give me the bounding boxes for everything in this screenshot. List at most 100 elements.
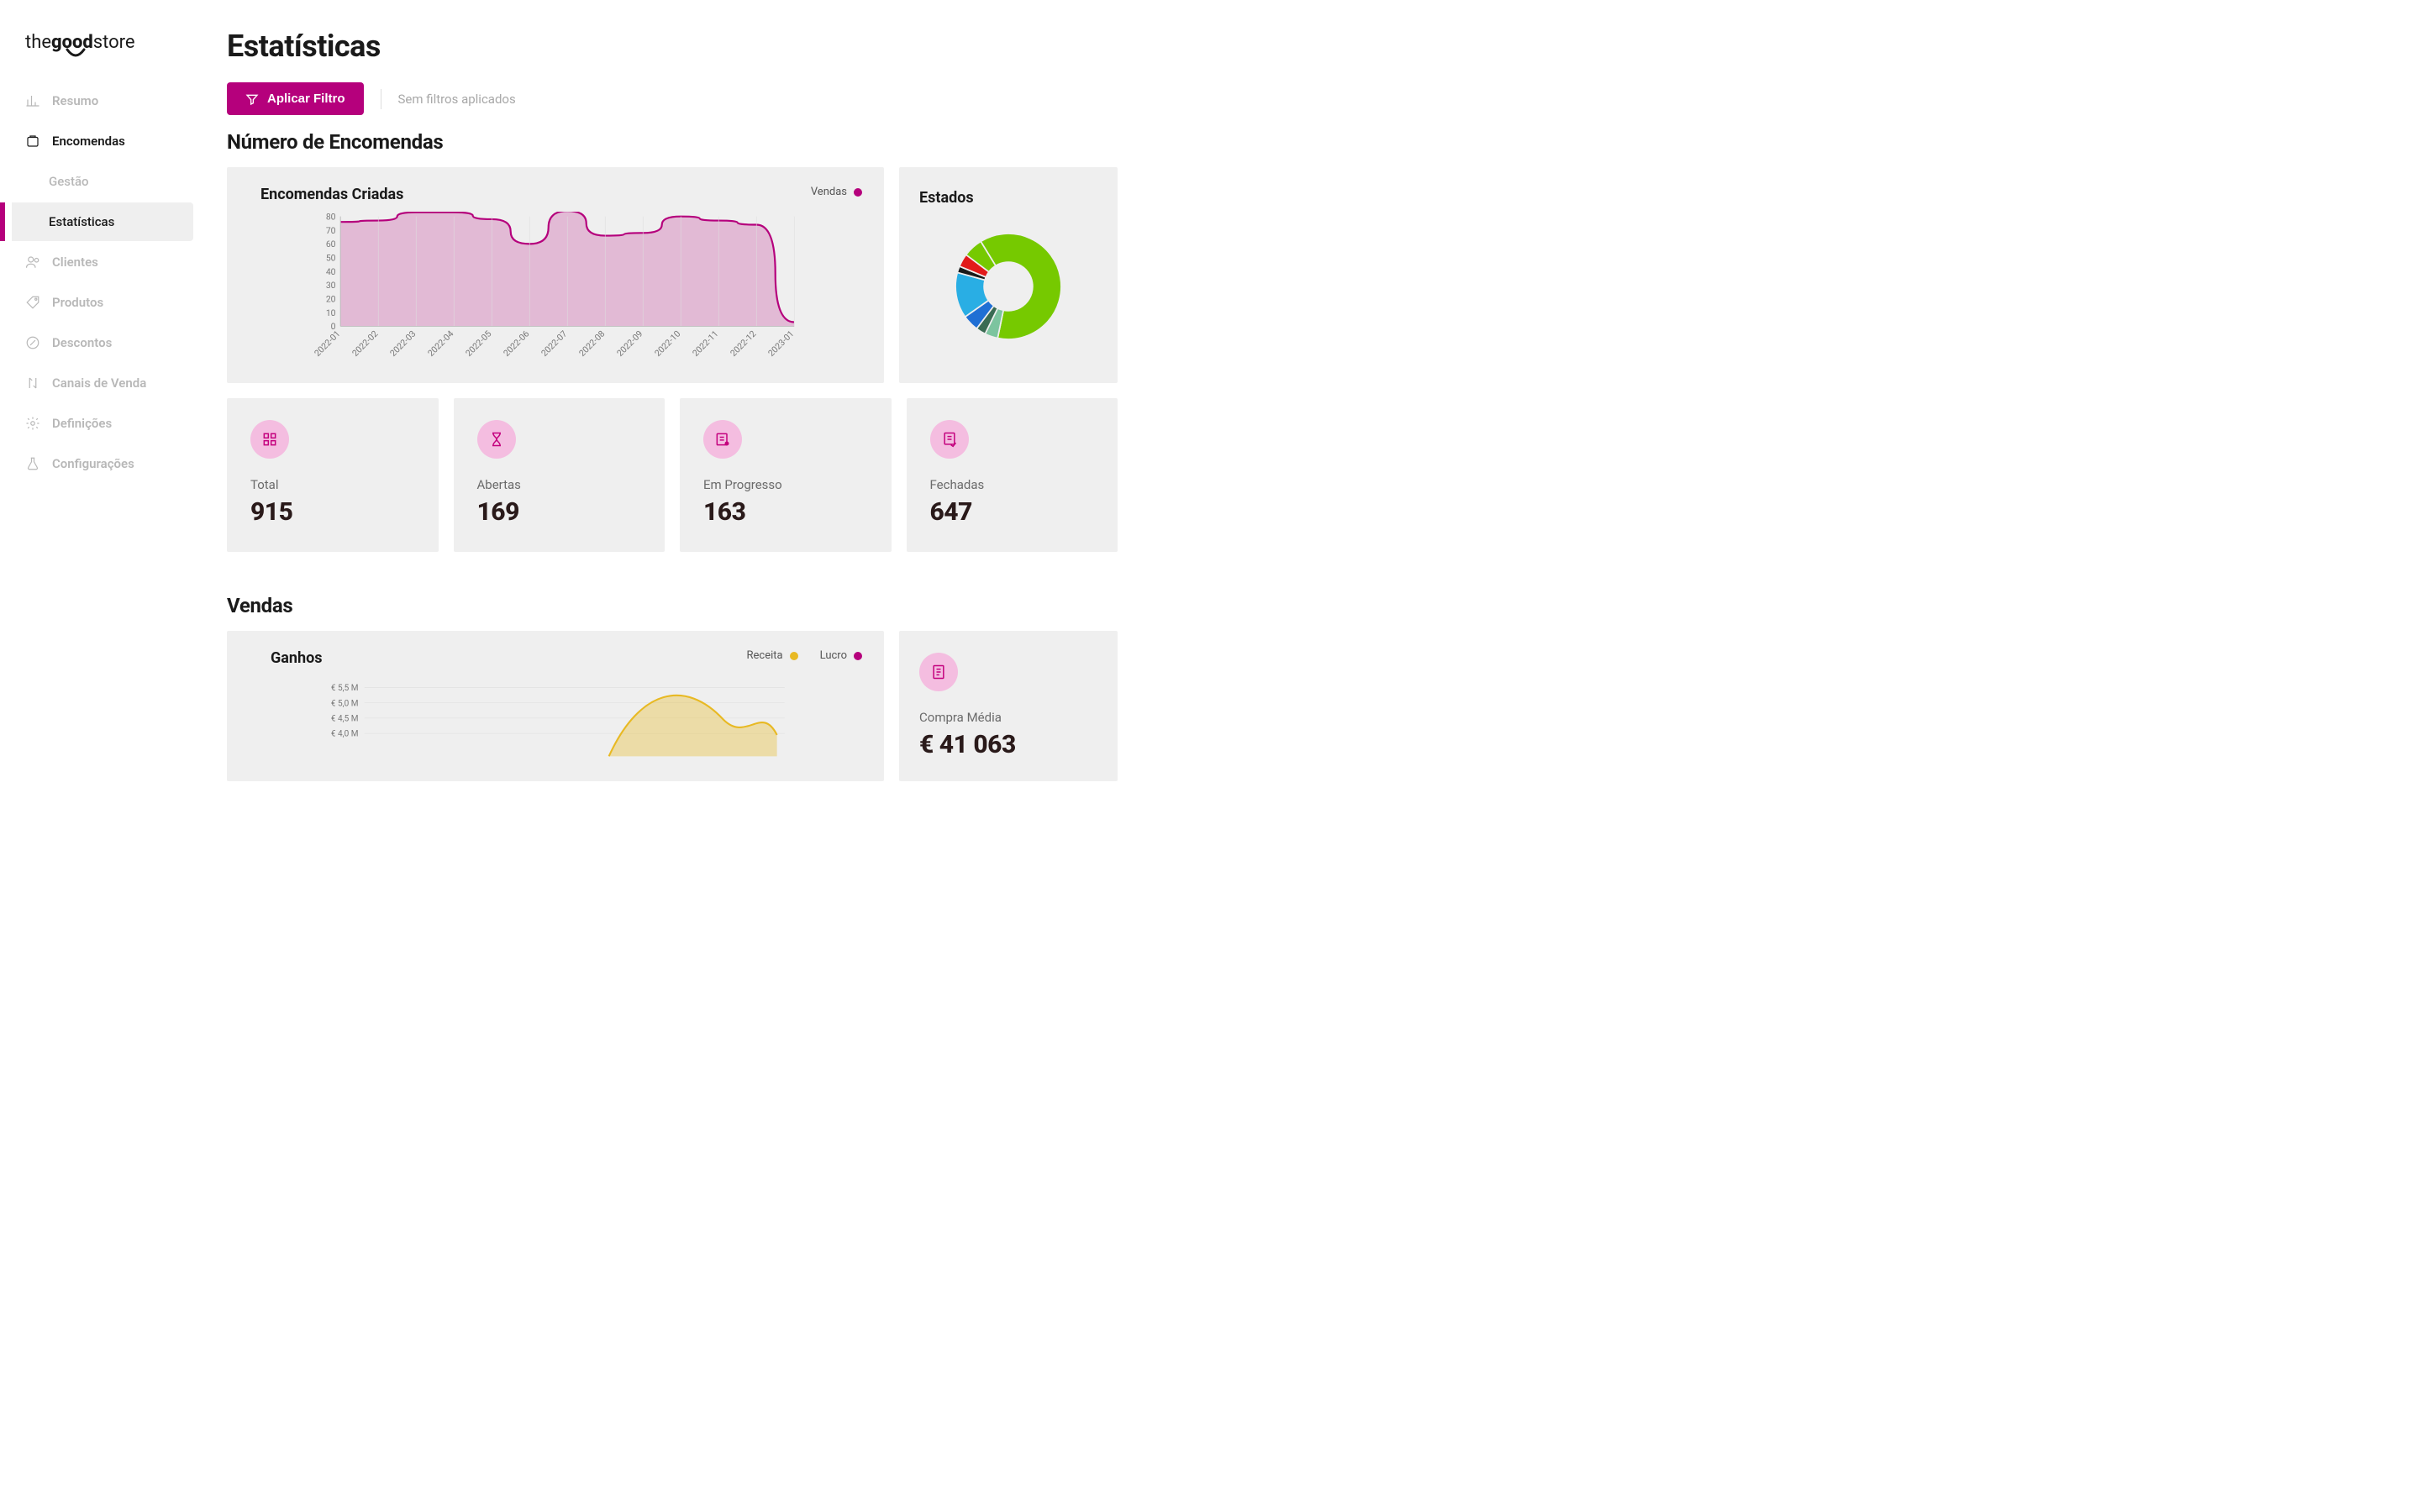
flask-icon	[25, 456, 40, 471]
legend-label: Receita	[747, 649, 783, 662]
svg-text:20: 20	[326, 294, 336, 305]
card-title: Encomendas Criadas	[260, 186, 862, 203]
svg-text:€ 5,0 M: € 5,0 M	[331, 699, 359, 708]
stat-label: Abertas	[477, 477, 642, 492]
sidebar-item-encomendas[interactable]: Encomendas	[0, 122, 193, 160]
receipt-icon	[919, 653, 958, 691]
sidebar-item-label: Canais de Venda	[52, 375, 146, 391]
sidebar-item-label: Estatísticas	[49, 214, 114, 229]
earnings-line-chart: € 5,5 M € 5,0 M € 4,5 M € 4,0 M	[249, 675, 862, 759]
svg-text:2022-09: 2022-09	[614, 328, 644, 359]
stat-value: € 41 063	[919, 730, 1097, 759]
svg-text:10: 10	[326, 307, 336, 318]
sidebar-item-label: Configurações	[52, 456, 134, 471]
grid-icon	[250, 420, 289, 459]
stat-row: Total 915 Abertas 169 Em Progresso 163	[227, 398, 1118, 552]
channels-icon	[25, 375, 40, 391]
svg-text:2022-08: 2022-08	[576, 328, 607, 359]
sidebar-subitem-estatisticas[interactable]: Estatísticas	[12, 202, 193, 241]
filter-status: Sem filtros aplicados	[398, 92, 516, 107]
stat-value: 647	[930, 497, 1095, 527]
sidebar-item-label: Encomendas	[52, 134, 125, 149]
stat-label: Compra Média	[919, 710, 1097, 725]
svg-text:30: 30	[326, 280, 336, 291]
sidebar-item-definicoes[interactable]: Definições	[0, 404, 193, 443]
svg-text:2022-11: 2022-11	[690, 328, 720, 359]
bars-icon	[25, 93, 40, 108]
discount-icon	[25, 335, 40, 350]
filter-icon	[245, 92, 259, 106]
svg-text:2022-04: 2022-04	[425, 328, 455, 359]
stat-value: 163	[703, 497, 868, 527]
orders-line-chart: 010203040506070802022-012022-022022-0320…	[249, 212, 862, 363]
sidebar-item-label: Produtos	[52, 295, 103, 310]
states-donut-chart	[919, 215, 1097, 358]
legend-item-lucro: Lucro	[820, 649, 862, 662]
svg-text:€ 4,5 M: € 4,5 M	[331, 715, 359, 724]
apply-filter-button[interactable]: Aplicar Filtro	[227, 82, 364, 115]
check-doc-icon	[930, 420, 969, 459]
sidebar-item-label: Definições	[52, 416, 112, 431]
svg-text:70: 70	[326, 225, 336, 236]
main: Estatísticas Aplicar Filtro Sem filtros …	[193, 0, 1151, 1512]
stat-label: Em Progresso	[703, 477, 868, 492]
svg-text:€ 5,5 M: € 5,5 M	[331, 684, 359, 693]
svg-text:2022-07: 2022-07	[539, 328, 569, 359]
chart-legend: Receita Lucro	[747, 649, 862, 662]
stat-card-open: Abertas 169	[454, 398, 666, 552]
sidebar-subitem-gestao[interactable]: Gestão	[0, 162, 193, 201]
page-title: Estatísticas	[227, 29, 1118, 64]
sidebar-item-label: Resumo	[52, 93, 98, 108]
sidebar-item-descontos[interactable]: Descontos	[0, 323, 193, 362]
legend-item-receita: Receita	[747, 649, 798, 662]
svg-text:60: 60	[326, 239, 336, 249]
sidebar-item-label: Descontos	[52, 335, 112, 350]
brand-logo: thegoodstore	[0, 32, 193, 81]
svg-text:2022-01: 2022-01	[312, 328, 342, 359]
section-title-sales: Vendas	[227, 594, 1118, 617]
card-title: Estados	[919, 189, 1097, 207]
avg-purchase-card: Compra Média € 41 063	[899, 631, 1118, 781]
sidebar-item-configuracoes[interactable]: Configurações	[0, 444, 193, 483]
svg-text:2022-06: 2022-06	[501, 328, 531, 359]
sidebar-item-produtos[interactable]: Produtos	[0, 283, 193, 322]
stat-card-total: Total 915	[227, 398, 439, 552]
svg-text:2022-10: 2022-10	[652, 328, 682, 359]
legend-dot	[790, 652, 798, 660]
sidebar: thegoodstore Resumo Encomendas Gestão Es…	[0, 0, 193, 1512]
package-icon	[25, 134, 40, 149]
legend-dot	[854, 188, 862, 197]
filter-row: Aplicar Filtro Sem filtros aplicados	[227, 82, 1118, 115]
stat-card-closed: Fechadas 647	[907, 398, 1118, 552]
legend-label: Lucro	[820, 649, 847, 662]
section-title-orders: Número de Encomendas	[227, 130, 1118, 154]
stat-value: 169	[477, 497, 642, 527]
sidebar-item-resumo[interactable]: Resumo	[0, 81, 193, 120]
sidebar-item-canais[interactable]: Canais de Venda	[0, 364, 193, 402]
sidebar-item-label: Gestão	[49, 174, 89, 189]
nav: Resumo Encomendas Gestão Estatísticas Cl…	[0, 81, 193, 483]
legend-dot	[854, 652, 862, 660]
users-icon	[25, 255, 40, 270]
legend-label: Vendas	[811, 186, 847, 198]
legend-item-vendas: Vendas	[811, 186, 862, 198]
svg-text:€ 4,0 M: € 4,0 M	[331, 730, 359, 739]
progress-icon	[703, 420, 742, 459]
svg-text:50: 50	[326, 253, 336, 264]
stat-value: 915	[250, 497, 415, 527]
svg-text:2022-03: 2022-03	[387, 328, 418, 359]
earnings-chart-card: Receita Lucro Ganhos € 5,5 M€ 5,0 M€ 4,5…	[227, 631, 884, 781]
states-card: Estados	[899, 167, 1118, 383]
tag-icon	[25, 295, 40, 310]
sidebar-item-clientes[interactable]: Clientes	[0, 243, 193, 281]
svg-text:2022-12: 2022-12	[728, 328, 758, 359]
button-label: Aplicar Filtro	[267, 92, 345, 106]
stat-card-progress: Em Progresso 163	[680, 398, 892, 552]
svg-text:2022-02: 2022-02	[350, 328, 380, 359]
gear-icon	[25, 416, 40, 431]
svg-text:2023-01: 2023-01	[765, 328, 796, 359]
stat-label: Total	[250, 477, 415, 492]
stat-label: Fechadas	[930, 477, 1095, 492]
svg-text:2022-05: 2022-05	[463, 328, 493, 359]
sidebar-item-label: Clientes	[52, 255, 98, 270]
